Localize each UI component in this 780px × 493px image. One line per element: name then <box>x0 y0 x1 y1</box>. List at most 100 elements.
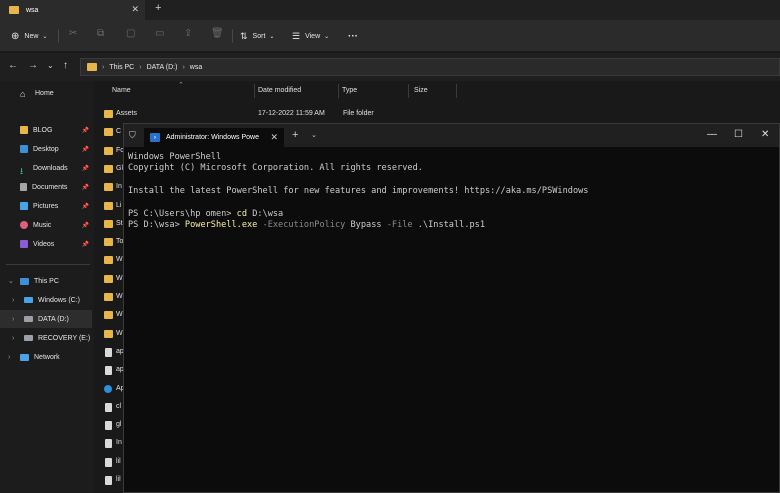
sidebar-item-blog[interactable]: BLOG 📌 <box>0 121 92 139</box>
sidebar-item-recovery-e[interactable]: › RECOVERY (E:) <box>0 329 92 347</box>
sidebar-item-videos[interactable]: Videos 📌 <box>0 235 92 253</box>
home-icon: ⌂ <box>20 89 26 99</box>
file-icon <box>105 347 112 357</box>
view-button-label: View <box>305 32 321 40</box>
file-icon <box>105 457 112 467</box>
sidebar-item-label: Desktop <box>33 145 59 153</box>
folder-icon <box>104 128 113 137</box>
maximize-icon[interactable]: ☐ <box>734 129 743 140</box>
new-tab-icon[interactable]: + <box>155 2 161 14</box>
explorer-tab[interactable]: wsa ✕ <box>0 0 145 20</box>
new-tab-icon[interactable]: + <box>292 129 298 141</box>
breadcrumb-data-drive[interactable]: DATA (D:) <box>147 64 178 71</box>
file-name: St <box>116 219 123 227</box>
folder-icon <box>104 274 113 283</box>
rename-icon[interactable]: ▭ <box>155 28 164 39</box>
paste-icon[interactable]: ▢ <box>126 28 135 39</box>
chevron-down-icon[interactable]: ⌄ <box>311 131 317 139</box>
new-button-label: New <box>24 32 39 40</box>
terminal-tab[interactable]: › Administrator: Windows Powe ✕ <box>144 128 284 147</box>
sidebar-item-label: Downloads <box>33 164 68 172</box>
sidebar-item-this-pc[interactable]: ⌄ This PC <box>0 272 92 290</box>
file-name: cl <box>116 402 122 410</box>
sidebar-item-pictures[interactable]: Pictures 📌 <box>0 197 92 215</box>
sidebar-item-data-d[interactable]: › DATA (D:) <box>0 310 92 328</box>
up-icon[interactable]: ↑ <box>63 60 68 71</box>
sidebar-item-windows-c[interactable]: › Windows (C:) <box>0 291 92 309</box>
copy-icon[interactable]: ⧉ <box>97 28 104 39</box>
sidebar-item-label: Videos <box>33 240 55 248</box>
share-icon[interactable]: ⇪ <box>184 28 192 39</box>
terminal-output[interactable]: Windows PowerShell Copyright (C) Microso… <box>128 152 773 232</box>
documents-icon <box>20 183 27 191</box>
breadcrumb-wsa[interactable]: wsa <box>190 64 202 71</box>
view-button[interactable]: ☰ View ⌄ <box>292 29 329 43</box>
folder-icon <box>104 183 113 192</box>
column-divider <box>338 84 339 98</box>
sort-button[interactable]: ⇅ Sort ⌄ <box>240 29 274 43</box>
file-icon <box>105 366 112 376</box>
recent-locations-icon[interactable]: ⌄ <box>47 61 54 70</box>
folder-icon <box>104 256 113 265</box>
close-tab-icon[interactable]: ✕ <box>131 4 139 15</box>
chevron-right-icon[interactable]: › <box>12 297 14 304</box>
folder-icon <box>87 63 97 71</box>
new-button[interactable]: ⊕ New ⌄ <box>11 29 47 43</box>
explorer-tab-bar: wsa ✕ + <box>0 0 780 20</box>
file-date: 17-12-2022 11:59 AM <box>258 110 325 117</box>
address-bar[interactable]: › This PC › DATA (D:) › wsa <box>80 58 780 76</box>
sidebar-item-label: Home <box>35 89 54 97</box>
close-tab-icon[interactable]: ✕ <box>270 132 278 143</box>
sidebar-item-downloads[interactable]: ⭳ Downloads 📌 <box>0 159 92 177</box>
terminal-command: cd <box>236 209 248 220</box>
sidebar-item-label: Network <box>34 353 60 361</box>
chevron-right-icon[interactable]: › <box>12 335 14 342</box>
chevron-down-icon[interactable]: ⌄ <box>8 277 14 285</box>
sidebar-item-music[interactable]: Music 📌 <box>0 216 92 234</box>
sort-icon: ⇅ <box>240 30 248 41</box>
sidebar-item-label: Pictures <box>33 202 59 210</box>
terminal-argument: .\Install.ps1 <box>412 220 486 231</box>
file-type: File folder <box>343 110 374 117</box>
column-header-size[interactable]: Size <box>414 87 428 94</box>
terminal-argument: Bypass <box>345 220 382 231</box>
close-window-icon[interactable]: ✕ <box>761 129 769 140</box>
folder-icon <box>104 329 113 338</box>
terminal-line: Copyright (C) Microsoft Corporation. All… <box>128 163 423 174</box>
chevron-right-icon: › <box>182 63 185 71</box>
plus-circle-icon: ⊕ <box>11 30 20 42</box>
column-header-name[interactable]: Name <box>112 87 131 94</box>
file-name: In <box>116 439 122 447</box>
chevron-right-icon[interactable]: › <box>8 354 10 361</box>
powershell-icon: › <box>150 133 160 142</box>
folder-icon <box>104 238 113 247</box>
file-row[interactable]: Assets 17-12-2022 11:59 AM File folder <box>94 105 780 123</box>
column-header-date[interactable]: Date modified <box>258 87 301 94</box>
sidebar-item-desktop[interactable]: Desktop 📌 <box>0 140 92 158</box>
column-header-type[interactable]: Type <box>342 87 357 94</box>
chevron-right-icon[interactable]: › <box>12 316 14 323</box>
sidebar-item-home[interactable]: ⌂ Home <box>0 84 92 102</box>
pin-icon: 📌 <box>81 203 89 210</box>
more-options-button[interactable]: ··· <box>348 29 358 43</box>
terminal-argument: D:\wsa <box>247 209 284 220</box>
terminal-prompt: PS C:\Users\hp omen> <box>128 209 237 220</box>
sort-ascending-icon: ⌃ <box>178 82 184 89</box>
divider <box>58 29 59 43</box>
folder-icon <box>104 219 113 228</box>
delete-icon[interactable]: 🗑 <box>211 28 224 39</box>
terminal-line: Windows PowerShell <box>128 152 222 162</box>
minimize-icon[interactable]: — <box>707 129 717 140</box>
download-icon: ⭳ <box>20 166 24 176</box>
chevron-right-icon: › <box>139 63 142 71</box>
sidebar-item-documents[interactable]: Documents 📌 <box>0 178 92 196</box>
sidebar-item-network[interactable]: › Network <box>0 348 92 366</box>
sidebar-item-label: Windows (C:) <box>38 296 81 304</box>
cut-icon[interactable]: ✂ <box>69 28 77 39</box>
back-icon[interactable]: ← <box>8 60 18 71</box>
forward-icon[interactable]: → <box>28 60 38 71</box>
sidebar-item-label: Music <box>33 221 52 229</box>
folder-icon <box>104 110 113 118</box>
powershell-window: ⛉ › Administrator: Windows Powe ✕ + ⌄ — … <box>123 123 780 493</box>
breadcrumb-this-pc[interactable]: This PC <box>109 64 134 71</box>
